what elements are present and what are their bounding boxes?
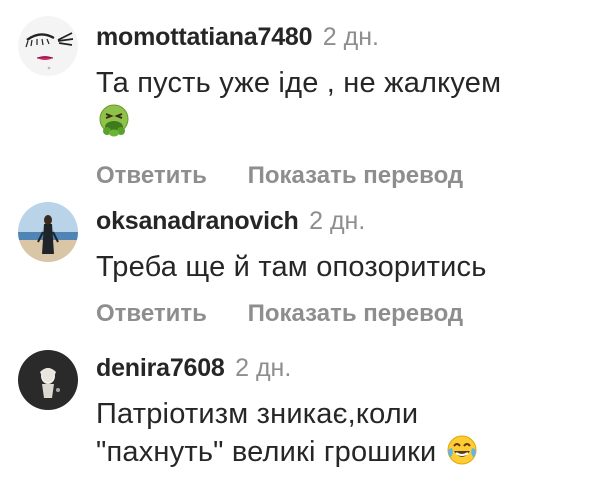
comment-text-line: Патріотизм зникає,коли [96,398,419,430]
nauseated-face-icon [96,102,132,148]
comment-text: Патріотизм зникає,коли "пахнуть" великі … [96,395,590,477]
comment-meta: denira7608 2 дн. [96,353,590,383]
timestamp: 2 дн. [235,354,292,382]
comment-text: Та пусть уже іде , не жалкуем [96,64,590,148]
comment-actions: Ответить Показать перевод [96,300,590,328]
timestamp: 2 дн. [309,207,366,235]
avatar[interactable] [18,350,78,410]
reply-button[interactable]: Ответить [96,300,207,328]
username-link[interactable]: momottatiana7480 [96,23,313,51]
comment-text-line: "пахнуть" великі грошики [96,436,437,468]
comment-actions: Ответить Показать перевод [96,162,590,190]
comment-meta: oksanadranovich 2 дн. [96,206,590,236]
reply-button[interactable]: Ответить [96,162,207,190]
avatar[interactable] [18,16,78,76]
comment-text: Треба ще й там опозоритись [96,251,487,283]
show-translation-button[interactable]: Показать перевод [248,162,464,190]
tears-of-joy-icon [445,433,479,477]
show-translation-button[interactable]: Показать перевод [248,300,464,328]
comment-text-content: Та пусть уже іде , не жалкуем [96,67,502,99]
avatar[interactable] [18,202,78,262]
username-link[interactable]: denira7608 [96,354,225,382]
username-link[interactable]: oksanadranovich [96,207,299,235]
timestamp: 2 дн. [322,23,379,51]
comment-meta: momottatiana7480 2 дн. [96,22,590,52]
